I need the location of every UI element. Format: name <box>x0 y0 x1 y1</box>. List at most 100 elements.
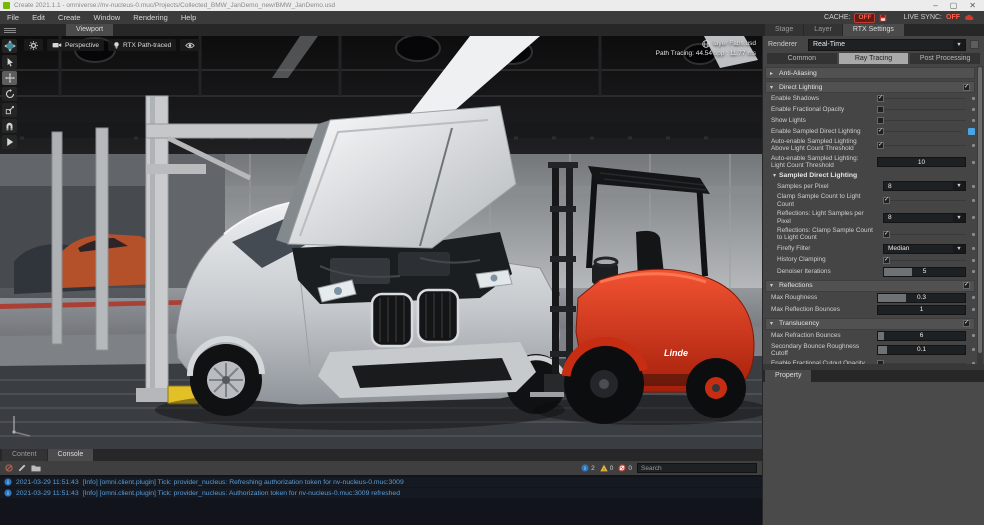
tool-rotate[interactable] <box>2 87 17 101</box>
chevron-down-icon: ▼ <box>953 214 965 222</box>
section-header[interactable]: ▾Direct Lighting <box>765 81 975 93</box>
log-entry[interactable]: i2021-03-29 11:51:43[Info] [omni.client.… <box>0 488 762 498</box>
renderer-settings-button[interactable] <box>970 40 979 49</box>
subtab-common[interactable]: Common <box>767 53 837 64</box>
subsection-header[interactable]: ▾Sampled Direct Lighting <box>765 170 975 180</box>
tab-rtx-settings[interactable]: RTX Settings <box>843 24 904 36</box>
subtab-ray-tracing[interactable]: Ray Tracing <box>839 53 909 64</box>
setting-row: Show Lights <box>765 115 975 126</box>
clear-console-icon[interactable] <box>5 464 13 472</box>
slider-field[interactable]: 5 <box>883 267 966 277</box>
section-enable-checkbox[interactable] <box>963 282 970 289</box>
menu-edit[interactable]: Edit <box>32 13 45 22</box>
dropdown-field[interactable]: 8▼ <box>883 181 966 191</box>
number-field[interactable]: 1 <box>877 305 966 315</box>
viewport-info-overlay: layer Fabs.usd Path Tracing: 44.54 spp :… <box>656 39 756 59</box>
maximize-button[interactable]: ▢ <box>950 1 958 11</box>
slider-field[interactable]: 6 <box>877 331 966 341</box>
camera-mode-button[interactable]: Perspective <box>47 39 104 51</box>
setting-label: Reflections: Clamp Sample Count to Light… <box>777 227 879 242</box>
setting-checkbox[interactable] <box>877 117 884 124</box>
layer-indicator[interactable]: layer Fabs.usd <box>713 39 756 49</box>
menu-file[interactable]: File <box>7 13 19 22</box>
setting-checkbox[interactable] <box>883 197 890 204</box>
camera-mode-label: Perspective <box>65 42 99 49</box>
console-panel: i 2 ! 0 0 i2021-03-29 11:51:43[Info] [om… <box>0 461 762 525</box>
info-counter[interactable]: i 2 <box>581 464 595 472</box>
tool-move[interactable] <box>2 71 17 85</box>
number-field[interactable]: 10 <box>877 157 966 167</box>
setting-checkbox[interactable] <box>877 95 884 102</box>
chevron-icon: ▸ <box>770 70 776 77</box>
tab-console[interactable]: Console <box>48 449 94 461</box>
setting-checkbox[interactable] <box>883 257 890 264</box>
section-enable-checkbox[interactable] <box>963 84 970 91</box>
setting-label: Enable Fractional Opacity <box>771 106 873 113</box>
render-mode-button[interactable]: RTX Path-traced <box>108 39 176 51</box>
menu-create[interactable]: Create <box>58 13 81 22</box>
log-time: 2021-03-29 11:51:43 <box>16 479 79 486</box>
setting-row: Secondary Bounce Roughness Cutoff0.1 <box>765 342 975 359</box>
info-icon: i <box>4 478 12 486</box>
dropdown-field[interactable]: 8▼ <box>883 213 966 223</box>
minimize-button[interactable]: – <box>933 1 937 11</box>
setting-checkbox[interactable] <box>877 128 884 135</box>
section-title: Translucency <box>779 320 960 327</box>
cache-status-badge[interactable]: OFF <box>854 13 875 23</box>
setting-row: Max Roughness0.3 <box>765 292 975 304</box>
renderer-dropdown[interactable]: Real-Time ▼ <box>808 39 966 51</box>
section-header[interactable]: ▸Anti-Aliasing <box>765 67 975 79</box>
tab-layer[interactable]: Layer <box>804 24 842 36</box>
edit-icon[interactable] <box>18 464 26 472</box>
visibility-button[interactable] <box>180 39 200 51</box>
section-title: Direct Lighting <box>779 84 960 91</box>
tab-viewport[interactable]: Viewport <box>66 24 113 36</box>
setting-checkbox[interactable] <box>877 142 884 149</box>
setting-checkbox[interactable] <box>877 106 884 113</box>
open-folder-icon[interactable] <box>31 464 41 472</box>
settings-scrollbar[interactable] <box>977 66 983 364</box>
panel-grip-icon[interactable] <box>4 24 16 36</box>
tool-navigation-sphere[interactable] <box>2 39 17 53</box>
setting-control: Median▼ <box>883 244 966 254</box>
setting-control <box>877 106 966 113</box>
viewport-settings-button[interactable] <box>24 39 43 51</box>
error-counter[interactable]: 0 <box>618 464 632 472</box>
close-button[interactable]: ✕ <box>969 1 976 11</box>
viewport-canvas[interactable]: Linde Perspective <box>0 36 762 449</box>
warning-counter[interactable]: ! 0 <box>600 464 614 472</box>
setting-checkbox[interactable] <box>877 360 884 364</box>
tab-stage[interactable]: Stage <box>765 24 803 36</box>
menu-window[interactable]: Window <box>94 13 121 22</box>
console-search-input[interactable] <box>637 463 757 473</box>
log-entry[interactable]: i2021-03-29 11:51:43[Info] [omni.client.… <box>0 477 762 487</box>
scrollbar-thumb[interactable] <box>978 67 982 353</box>
omniverse-app-icon <box>3 2 10 9</box>
live-sync-status[interactable]: OFF <box>946 14 960 21</box>
tool-play[interactable] <box>2 135 17 149</box>
slider-field[interactable]: 0.3 <box>877 293 966 303</box>
tool-select-cursor[interactable] <box>2 55 17 69</box>
section-enable-checkbox[interactable] <box>963 320 970 327</box>
chevron-down-icon: ▼ <box>953 182 965 190</box>
section-header[interactable]: ▾Reflections <box>765 280 975 292</box>
dropdown-field[interactable]: Median▼ <box>883 244 966 254</box>
info-count: 2 <box>591 465 595 472</box>
tool-scale[interactable] <box>2 103 17 117</box>
globe-icon <box>702 40 710 48</box>
menu-help[interactable]: Help <box>181 13 196 22</box>
setting-label: Denoiser Iterations <box>777 268 879 275</box>
setting-checkbox[interactable] <box>883 231 890 238</box>
field-value: 8 <box>884 214 953 221</box>
tab-content[interactable]: Content <box>2 449 47 461</box>
reset-indicator[interactable] <box>968 128 975 135</box>
log-message: [Info] [omni.client.plugin] Tick: provid… <box>83 490 400 497</box>
tab-property[interactable]: Property <box>765 370 811 382</box>
menu-items: File Edit Create Window Rendering Help <box>0 13 824 22</box>
tool-snap[interactable] <box>2 119 17 133</box>
menu-rendering[interactable]: Rendering <box>133 13 168 22</box>
section-header[interactable]: ▾Translucency <box>765 318 975 330</box>
subtab-post-processing[interactable]: Post Processing <box>910 53 980 64</box>
slider-field[interactable]: 0.1 <box>877 345 966 355</box>
chevron-down-icon: ▼ <box>953 40 965 50</box>
